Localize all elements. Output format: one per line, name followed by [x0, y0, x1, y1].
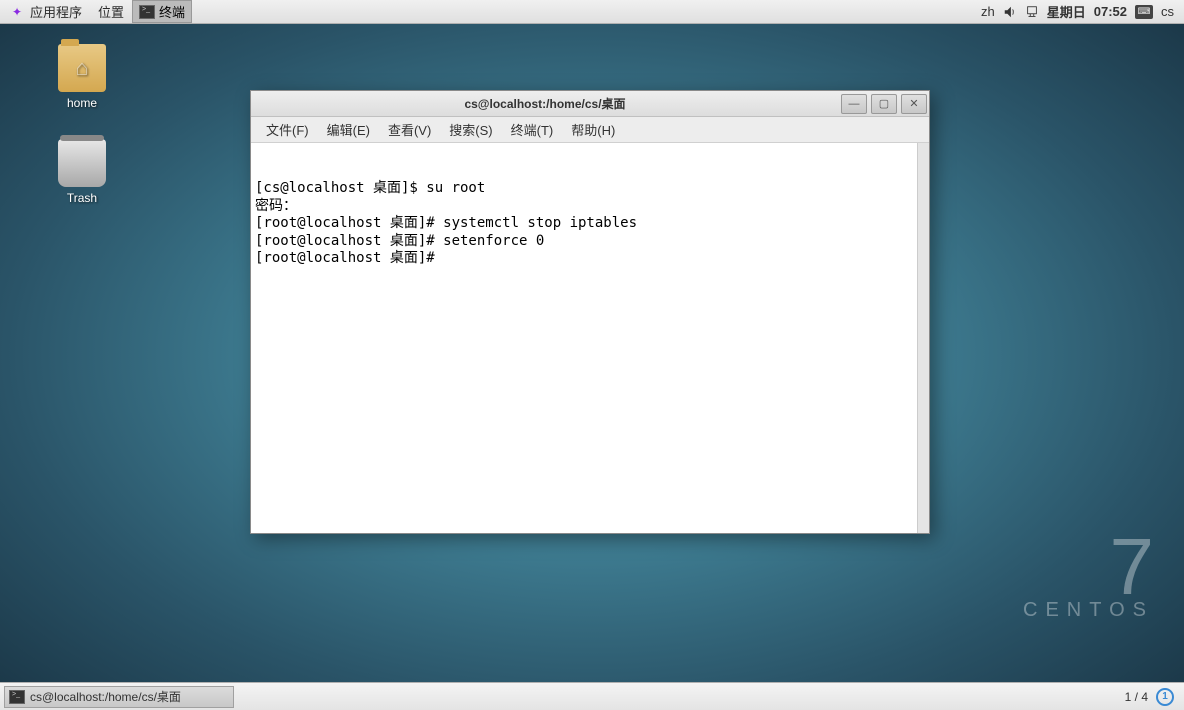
taskbar-label: cs@localhost:/home/cs/桌面	[30, 688, 181, 705]
terminal-line: [cs@localhost 桌面]$ su root	[255, 180, 925, 198]
menu-search[interactable]: 搜索(S)	[440, 117, 501, 142]
terminal-scrollbar[interactable]	[917, 143, 929, 533]
volume-icon[interactable]	[1003, 5, 1017, 19]
clock-day[interactable]: 星期日	[1047, 2, 1086, 21]
terminal-line: [root@localhost 桌面]# setenforce 0	[255, 233, 925, 251]
terminal-line: [root@localhost 桌面]# systemctl stop ipta…	[255, 215, 925, 233]
terminal-line: [root@localhost 桌面]#	[255, 250, 925, 268]
clock-time[interactable]: 07:52	[1094, 4, 1127, 19]
places-menu[interactable]: 位置	[90, 0, 132, 23]
panel-running-app[interactable]: 终端	[132, 0, 192, 23]
menu-help[interactable]: 帮助(H)	[562, 117, 624, 142]
terminal-line: 密码：	[255, 198, 925, 216]
trash-label: Trash	[42, 191, 122, 205]
close-button[interactable]: ✕	[901, 94, 927, 114]
desktop-icon-trash[interactable]: Trash	[42, 139, 122, 205]
keyboard-icon[interactable]: ⌨	[1135, 5, 1153, 19]
titlebar[interactable]: cs@localhost:/home/cs/桌面 — ▢ ✕	[251, 91, 929, 117]
applications-label: 应用程序	[30, 2, 82, 21]
centos-icon	[12, 5, 26, 19]
running-app-label: 终端	[159, 2, 185, 21]
home-label: home	[42, 96, 122, 110]
terminal-window: cs@localhost:/home/cs/桌面 — ▢ ✕ 文件(F) 编辑(…	[250, 90, 930, 534]
terminal-body[interactable]: [cs@localhost 桌面]$ su root密码：[root@local…	[251, 143, 929, 533]
user-menu[interactable]: cs	[1161, 4, 1174, 19]
brand-name: CENTOS	[1023, 599, 1154, 622]
os-brand: 7 CENTOS	[1023, 535, 1154, 622]
minimize-button[interactable]: —	[841, 94, 867, 114]
input-method-indicator[interactable]: zh	[981, 4, 995, 19]
places-label: 位置	[98, 2, 124, 21]
folder-home-icon	[58, 44, 106, 92]
applications-menu[interactable]: 应用程序	[4, 0, 90, 23]
workspace-text[interactable]: 1 / 4	[1125, 690, 1148, 704]
bottom-panel: cs@localhost:/home/cs/桌面 1 / 4 1	[0, 682, 1184, 710]
workspace-indicator-icon[interactable]: 1	[1156, 688, 1174, 706]
menu-view[interactable]: 查看(V)	[379, 117, 440, 142]
terminal-icon	[9, 690, 25, 704]
bottom-panel-right: 1 / 4 1	[1125, 688, 1180, 706]
top-panel: 应用程序 位置 终端 zh 星期日 07:52 ⌨ cs	[0, 0, 1184, 24]
panel-left: 应用程序 位置 终端	[4, 0, 192, 23]
menu-terminal[interactable]: 终端(T)	[502, 117, 563, 142]
brand-version: 7	[1023, 535, 1154, 599]
desktop-icon-home[interactable]: home	[42, 44, 122, 110]
maximize-button[interactable]: ▢	[871, 94, 897, 114]
menubar: 文件(F) 编辑(E) 查看(V) 搜索(S) 终端(T) 帮助(H)	[251, 117, 929, 143]
panel-right: zh 星期日 07:52 ⌨ cs	[981, 0, 1180, 23]
desktop[interactable]: home Trash 7 CENTOS cs@localhost:/home/c…	[0, 24, 1184, 682]
network-icon[interactable]	[1025, 5, 1039, 19]
menu-edit[interactable]: 编辑(E)	[318, 117, 379, 142]
taskbar-terminal-button[interactable]: cs@localhost:/home/cs/桌面	[4, 686, 234, 708]
trash-icon	[58, 139, 106, 187]
window-controls: — ▢ ✕	[839, 94, 929, 114]
window-title: cs@localhost:/home/cs/桌面	[251, 95, 839, 112]
menu-file[interactable]: 文件(F)	[257, 117, 318, 142]
terminal-icon	[139, 5, 155, 19]
